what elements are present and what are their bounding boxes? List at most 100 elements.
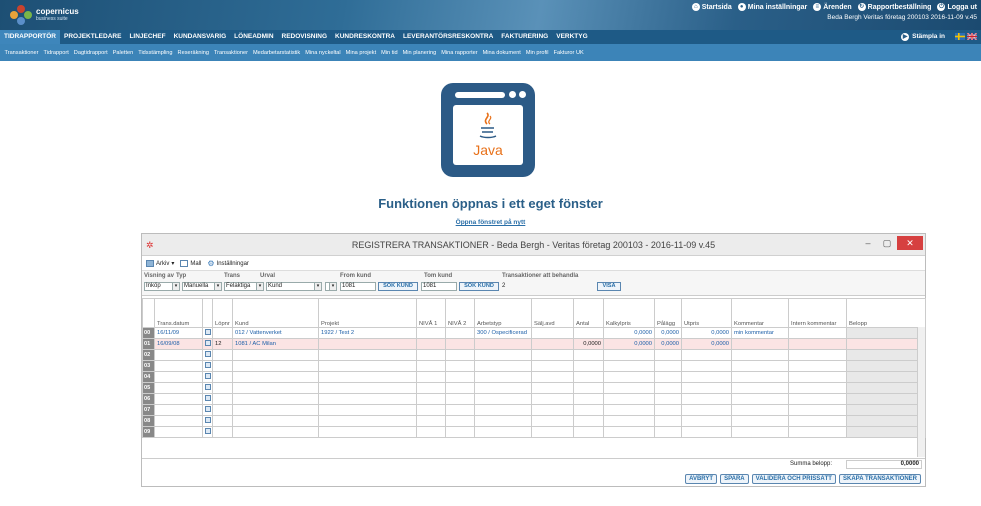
antal-cell[interactable]: [573, 415, 604, 427]
antal-cell[interactable]: [573, 360, 604, 372]
saljavd-cell[interactable]: [531, 404, 574, 416]
nav-leverantorsreskontra[interactable]: LEVERANTÖRSRESKONTRA: [399, 30, 497, 44]
cancel-button[interactable]: AVBRYT: [685, 474, 718, 484]
niva1-cell[interactable]: [416, 327, 446, 339]
saljavd-cell[interactable]: [531, 426, 574, 438]
projekt-cell[interactable]: [318, 415, 417, 427]
col-kommentar[interactable]: Kommentar: [731, 298, 789, 328]
nav-loneadmin[interactable]: LÖNEADMIN: [230, 30, 277, 44]
nav-fakturering[interactable]: FAKTURERING: [497, 30, 552, 44]
table-row[interactable]: 00 16/11/09 012 / Vattenverket 1922 / Test …: [142, 327, 926, 339]
utpris-cell[interactable]: [681, 393, 732, 405]
saljavd-cell[interactable]: [531, 415, 574, 427]
intern-kommentar-cell[interactable]: [788, 415, 847, 427]
kund-cell[interactable]: [232, 371, 319, 383]
col-antal[interactable]: Antal: [573, 298, 604, 328]
date-cell[interactable]: [154, 415, 203, 427]
calendar-icon[interactable]: [202, 360, 213, 372]
kund-cell[interactable]: [232, 393, 319, 405]
kalkylpris-cell[interactable]: [603, 426, 655, 438]
copernicus-logo[interactable]: [10, 5, 32, 25]
table-row[interactable]: 07: [142, 404, 926, 416]
lopnr-cell[interactable]: [212, 426, 233, 438]
antal-cell[interactable]: [573, 371, 604, 383]
antal-cell[interactable]: [573, 393, 604, 405]
calendar-icon[interactable]: [202, 415, 213, 427]
kalkylpris-cell[interactable]: [603, 415, 655, 427]
col-lopnr[interactable]: Löpnr: [212, 298, 233, 328]
kund-cell[interactable]: [232, 415, 319, 427]
intern-kommentar-cell[interactable]: [788, 393, 847, 405]
subnav-item[interactable]: Tidrapport: [41, 50, 71, 56]
niva2-cell[interactable]: [445, 393, 475, 405]
niva1-cell[interactable]: [416, 404, 446, 416]
arbetstyp-cell[interactable]: [474, 415, 532, 427]
lopnr-cell[interactable]: [212, 393, 233, 405]
subnav-item[interactable]: Mina projekt: [343, 50, 378, 56]
palagg-cell[interactable]: 0,0000: [654, 327, 682, 339]
intern-kommentar-cell[interactable]: [788, 382, 847, 394]
from-kund-input[interactable]: 1081: [340, 282, 376, 291]
calendar-icon[interactable]: [202, 349, 213, 361]
niva2-cell[interactable]: [445, 426, 475, 438]
subnav-item[interactable]: Dagtidrapport: [71, 50, 110, 56]
validate-button[interactable]: VALIDERA OCH PRISSÄTT: [751, 474, 836, 484]
saljavd-cell[interactable]: [531, 393, 574, 405]
intern-kommentar-cell[interactable]: [788, 371, 847, 383]
niva2-cell[interactable]: [445, 327, 475, 339]
subnav-item[interactable]: Mina dokument: [480, 50, 523, 56]
kommentar-cell[interactable]: min kommentar: [731, 327, 789, 339]
trans-select[interactable]: Felaktiga ▾: [224, 282, 264, 291]
subnav-item[interactable]: Reseräkning: [175, 50, 211, 56]
date-cell[interactable]: [154, 360, 203, 372]
col-utpris[interactable]: Utpris: [681, 298, 732, 328]
urval-extra-select[interactable]: ▾: [325, 282, 337, 291]
intern-kommentar-cell[interactable]: [788, 327, 847, 339]
kalkylpris-cell[interactable]: [603, 349, 655, 361]
date-cell[interactable]: [154, 393, 203, 405]
lopnr-cell[interactable]: [212, 371, 233, 383]
table-row[interactable]: 06: [142, 393, 926, 405]
projekt-cell[interactable]: [318, 371, 417, 383]
niva1-cell[interactable]: [416, 371, 446, 383]
kommentar-cell[interactable]: [731, 415, 789, 427]
lopnr-cell[interactable]: [212, 360, 233, 372]
antal-cell[interactable]: [573, 349, 604, 361]
palagg-cell[interactable]: [654, 415, 682, 427]
calendar-icon[interactable]: [202, 327, 213, 339]
intern-kommentar-cell[interactable]: [788, 404, 847, 416]
subnav-item[interactable]: Min planering: [400, 50, 439, 56]
utpris-cell[interactable]: [681, 415, 732, 427]
kommentar-cell[interactable]: [731, 426, 789, 438]
projekt-cell[interactable]: 1922 / Test 2: [318, 327, 417, 339]
table-row[interactable]: 04: [142, 371, 926, 383]
home-link[interactable]: ⌂ Startsida: [691, 3, 732, 11]
swedish-flag-icon[interactable]: [955, 33, 965, 40]
palagg-cell[interactable]: [654, 360, 682, 372]
uk-flag-icon[interactable]: [967, 33, 977, 40]
niva2-cell[interactable]: [445, 349, 475, 361]
saljavd-cell[interactable]: [531, 327, 574, 339]
col-arbetstyp[interactable]: Arbetstyp: [474, 298, 532, 328]
subnav-item[interactable]: Mina rapporter: [439, 50, 480, 56]
col-niva1[interactable]: NIVÅ 1: [416, 298, 446, 328]
typ-select[interactable]: Manuella ▾: [182, 282, 222, 291]
niva1-cell[interactable]: [416, 349, 446, 361]
utpris-cell[interactable]: [681, 404, 732, 416]
niva1-cell[interactable]: [416, 338, 446, 350]
calendar-icon[interactable]: [202, 426, 213, 438]
kalkylpris-cell[interactable]: 0,0000: [603, 327, 655, 339]
mall-button[interactable]: Mall: [180, 260, 201, 267]
arbetstyp-cell[interactable]: 300 / Ospecificerad: [474, 327, 532, 339]
subnav-item[interactable]: Fakturor UK: [551, 50, 586, 56]
kalkylpris-cell[interactable]: 0,0000: [603, 338, 655, 350]
date-cell[interactable]: [154, 349, 203, 361]
col-saljavd[interactable]: Sälj.avd: [531, 298, 574, 328]
subnav-item[interactable]: Paletten: [110, 50, 136, 56]
subnav-item[interactable]: Min tid: [379, 50, 400, 56]
create-transactions-button[interactable]: SKAPA TRANSAKTIONER: [838, 474, 921, 484]
intern-kommentar-cell[interactable]: [788, 338, 847, 350]
antal-cell[interactable]: [573, 382, 604, 394]
antal-cell[interactable]: 0,0000: [573, 338, 604, 350]
kalkylpris-cell[interactable]: [603, 404, 655, 416]
